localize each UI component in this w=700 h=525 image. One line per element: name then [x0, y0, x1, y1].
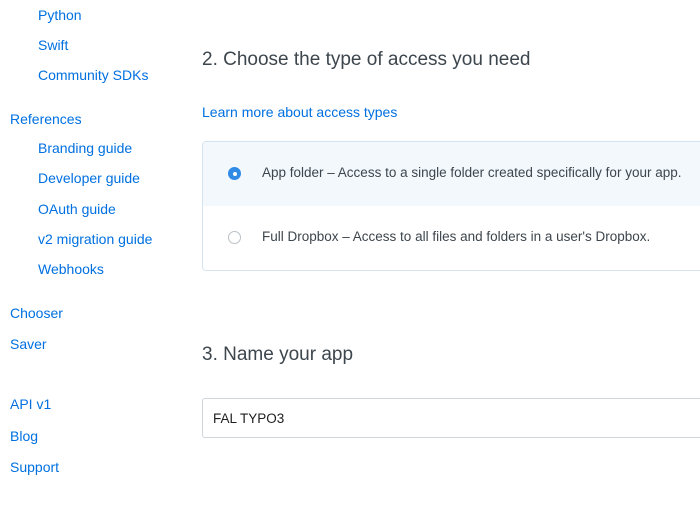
sidebar-item-swift[interactable]: Swift — [38, 36, 68, 54]
page: Python Swift Community SDKs References B… — [0, 0, 700, 525]
sidebar-item-chooser[interactable]: Chooser — [10, 304, 63, 322]
sidebar-item-blog[interactable]: Blog — [10, 427, 38, 445]
sidebar: Python Swift Community SDKs References B… — [0, 0, 190, 525]
sidebar-item-api-v1[interactable]: API v1 — [10, 395, 51, 413]
sidebar-item-oauth-guide[interactable]: OAuth guide — [38, 200, 116, 218]
sidebar-item-python[interactable]: Python — [38, 6, 82, 24]
sidebar-item-community-sdks[interactable]: Community SDKs — [38, 66, 148, 84]
access-type-options: App folder – Access to a single folder c… — [202, 141, 700, 271]
access-option-full-dropbox[interactable]: Full Dropbox – Access to all files and f… — [203, 206, 700, 270]
radio-selected-icon[interactable] — [228, 167, 241, 180]
sidebar-item-developer-guide[interactable]: Developer guide — [38, 169, 140, 187]
sidebar-item-webhooks[interactable]: Webhooks — [38, 260, 104, 278]
radio-unselected-icon[interactable] — [228, 231, 241, 244]
main-content: 2. Choose the type of access you need Le… — [202, 0, 700, 525]
app-name-heading: 3. Name your app — [202, 344, 354, 365]
sidebar-item-v2-migration-guide[interactable]: v2 migration guide — [38, 230, 152, 248]
sidebar-item-branding-guide[interactable]: Branding guide — [38, 139, 132, 157]
access-option-app-folder[interactable]: App folder – Access to a single folder c… — [203, 142, 700, 207]
sidebar-item-references[interactable]: References — [10, 110, 82, 128]
sidebar-item-saver[interactable]: Saver — [10, 335, 47, 353]
learn-more-access-types-link[interactable]: Learn more about access types — [202, 103, 397, 121]
access-option-label: App folder – Access to a single folder c… — [262, 165, 682, 180]
sidebar-item-support[interactable]: Support — [10, 458, 59, 476]
app-name-input[interactable] — [202, 398, 700, 438]
access-type-heading: 2. Choose the type of access you need — [202, 49, 531, 70]
access-option-label: Full Dropbox – Access to all files and f… — [262, 229, 651, 244]
